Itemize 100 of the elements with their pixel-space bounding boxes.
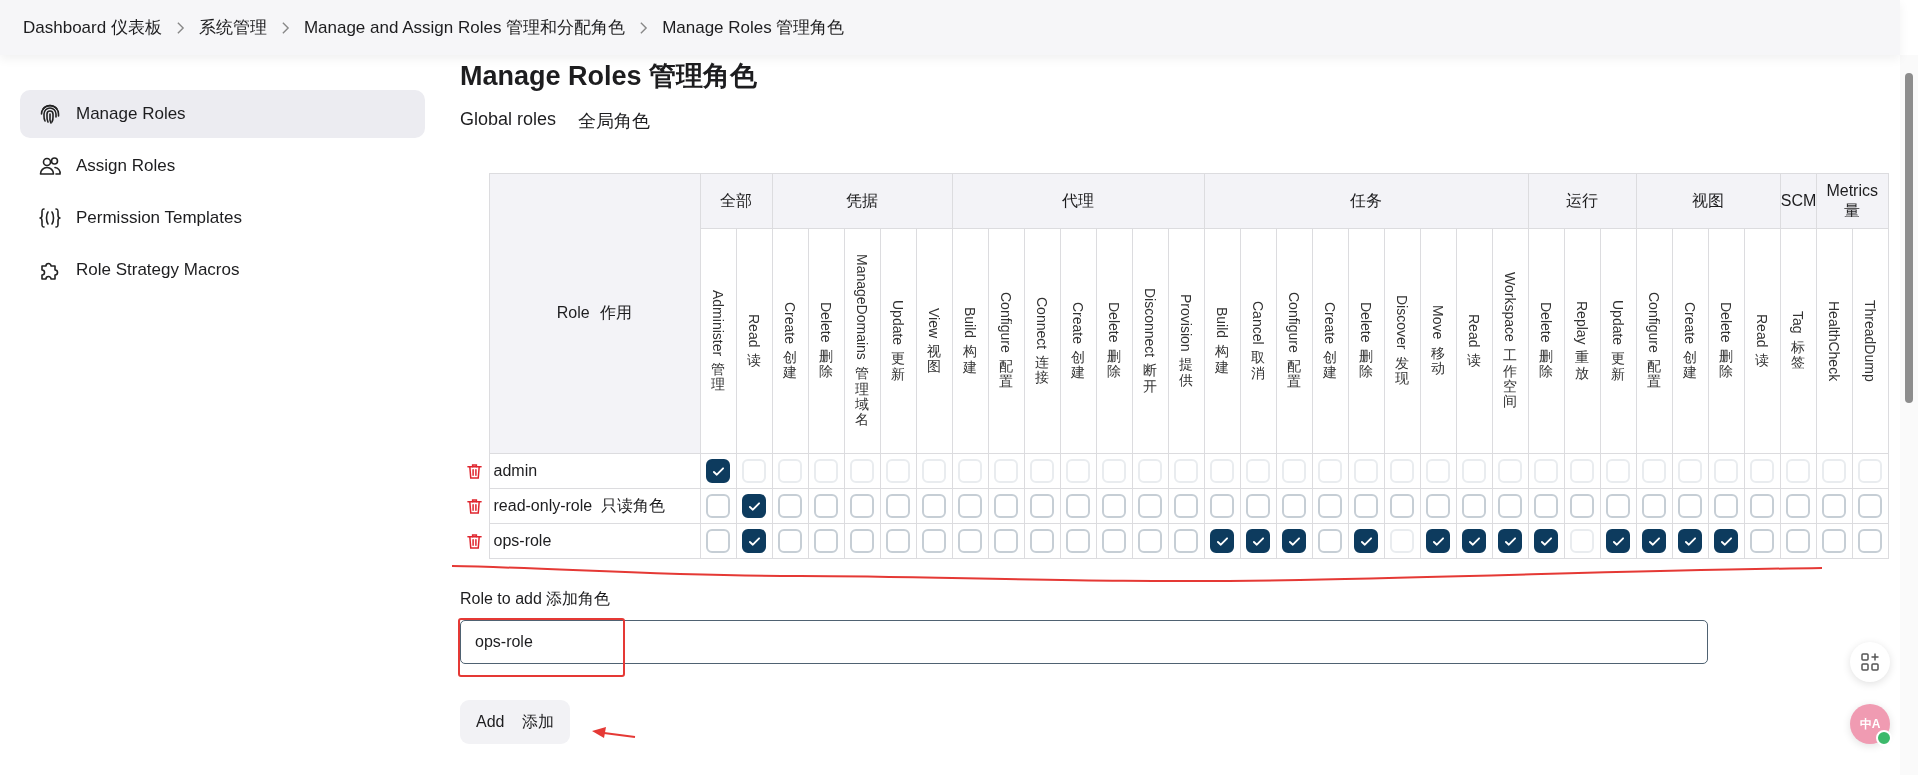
role-name-cell: admin xyxy=(489,453,700,489)
checkbox[interactable] xyxy=(1534,529,1559,553)
column-header: HealthCheck xyxy=(1816,228,1853,454)
checkbox[interactable] xyxy=(1606,529,1631,553)
column-header: Update 更新 xyxy=(880,228,916,454)
delete-button[interactable] xyxy=(466,532,482,550)
check-icon xyxy=(1215,535,1229,547)
check-icon xyxy=(1719,535,1733,547)
chevron-icon xyxy=(639,20,649,35)
check-icon xyxy=(1467,535,1481,547)
column-header: Read 读 xyxy=(1456,228,1493,454)
check-icon xyxy=(1359,535,1373,547)
checkbox[interactable] xyxy=(1246,529,1271,553)
sidebar-item[interactable]: Permission Templates xyxy=(20,194,425,242)
column-header: ThreadDump xyxy=(1852,228,1889,454)
trash-icon xyxy=(466,462,482,480)
column-group-header: 运行 xyxy=(1528,173,1637,229)
chevron-icon xyxy=(175,20,185,35)
column-group-header: 凭据 xyxy=(772,173,953,229)
column-header: Replay 重放 xyxy=(1564,228,1601,454)
delete-button[interactable] xyxy=(466,497,482,515)
column-header: Build 构建 xyxy=(1204,228,1241,454)
column-header: Configure 配置 xyxy=(1276,228,1313,454)
checkbox[interactable] xyxy=(742,529,766,553)
add-button[interactable]: Add 添加 xyxy=(460,700,571,744)
breadcrumb-link[interactable]: Manage and Assign Roles 管理和分配角色 xyxy=(303,16,626,39)
page-title: Manage Roles 管理角色 xyxy=(460,60,758,93)
column-header: Build 构建 xyxy=(952,228,989,454)
checkbox[interactable] xyxy=(742,494,766,518)
check-icon xyxy=(1431,535,1445,547)
column-header: Role 作用 xyxy=(489,173,700,454)
section-title-translation: 全局角色 xyxy=(578,110,651,133)
check-icon xyxy=(747,535,761,547)
checkbox[interactable] xyxy=(706,459,730,483)
checkbox[interactable] xyxy=(1354,529,1379,553)
column-header: Read 读 xyxy=(736,228,772,454)
column-group-header: Metrics 量 xyxy=(1816,173,1889,229)
column-header: Create 创建 xyxy=(1672,228,1709,454)
annotation-arrow xyxy=(592,727,636,738)
role-name-cell: read-only-role 只读角色 xyxy=(489,488,700,524)
role-name-cell: ops-role xyxy=(489,523,700,559)
column-header: Create 创建 xyxy=(1060,228,1097,454)
column-header: Discover 发现 xyxy=(1384,228,1421,454)
delete-button[interactable] xyxy=(466,462,482,480)
checkbox[interactable] xyxy=(1642,529,1667,553)
check-icon xyxy=(1539,535,1553,547)
checkbox[interactable] xyxy=(1282,529,1307,553)
check-icon xyxy=(1503,535,1517,547)
column-header: Configure 配置 xyxy=(1636,228,1673,454)
trash-icon xyxy=(466,532,482,550)
column-header: Connect 连接 xyxy=(1024,228,1061,454)
column-header: Delete 删除 xyxy=(808,228,844,454)
column-header: Delete 删除 xyxy=(1348,228,1385,454)
column-header: Update 更新 xyxy=(1600,228,1637,454)
column-header: Disconnect 断开 xyxy=(1132,228,1169,454)
column-header: View 视图 xyxy=(916,228,953,454)
column-group-header: 全部 xyxy=(700,173,772,229)
chevron-icon xyxy=(280,20,290,35)
check-icon xyxy=(747,500,761,512)
apps-icon xyxy=(1860,652,1880,672)
column-header: Delete 删除 xyxy=(1528,228,1565,454)
checkbox[interactable] xyxy=(1498,529,1523,553)
column-header: Move 移动 xyxy=(1420,228,1457,454)
people-icon xyxy=(38,154,62,178)
braces-icon xyxy=(38,206,62,230)
checkbox[interactable] xyxy=(1426,529,1451,553)
column-header: Provision 提供 xyxy=(1168,228,1205,454)
role-name-field[interactable]: ops-role xyxy=(460,620,1708,664)
column-header: ManageDomains 管理域名 xyxy=(844,228,880,454)
column-header: Create 创建 xyxy=(1312,228,1349,454)
checkbox[interactable] xyxy=(1462,529,1487,553)
check-icon xyxy=(1287,535,1301,547)
column-header: Configure 配置 xyxy=(988,228,1025,454)
column-group-header: 任务 xyxy=(1204,173,1529,229)
sidebar-item[interactable]: Manage Roles xyxy=(20,90,425,138)
column-group-header: SCM xyxy=(1780,173,1817,229)
column-header: Workspace 工作空间 xyxy=(1492,228,1529,454)
column-header: Tag 标签 xyxy=(1780,228,1817,454)
fingerprint-icon xyxy=(38,102,62,126)
checkbox[interactable] xyxy=(1714,529,1739,553)
column-group-header: 视图 xyxy=(1636,173,1781,229)
scrollbar[interactable] xyxy=(1900,55,1918,775)
column-header: Read 读 xyxy=(1744,228,1781,454)
breadcrumb-link[interactable]: Manage Roles 管理角色 xyxy=(662,16,845,39)
column-header: Delete 删除 xyxy=(1708,228,1745,454)
check-icon xyxy=(1683,535,1697,547)
checkbox[interactable] xyxy=(1678,529,1703,553)
sidebar-item[interactable]: Role Strategy Macros xyxy=(20,246,425,294)
check-icon xyxy=(711,465,725,477)
trash-icon xyxy=(466,497,482,515)
check-badge xyxy=(1876,730,1892,746)
sidebar-item[interactable]: Assign Roles xyxy=(20,142,425,190)
check-icon xyxy=(1251,535,1265,547)
column-header: Delete 删除 xyxy=(1096,228,1133,454)
checkbox[interactable] xyxy=(1210,529,1235,553)
column-header: Administer 管理 xyxy=(700,228,736,454)
breadcrumb-link[interactable]: 系统管理 xyxy=(198,16,267,39)
apps-button[interactable] xyxy=(1850,642,1890,682)
field-label: Role to add 添加角色 xyxy=(460,589,611,609)
breadcrumb-link[interactable]: Dashboard 仪表板 xyxy=(23,16,162,39)
